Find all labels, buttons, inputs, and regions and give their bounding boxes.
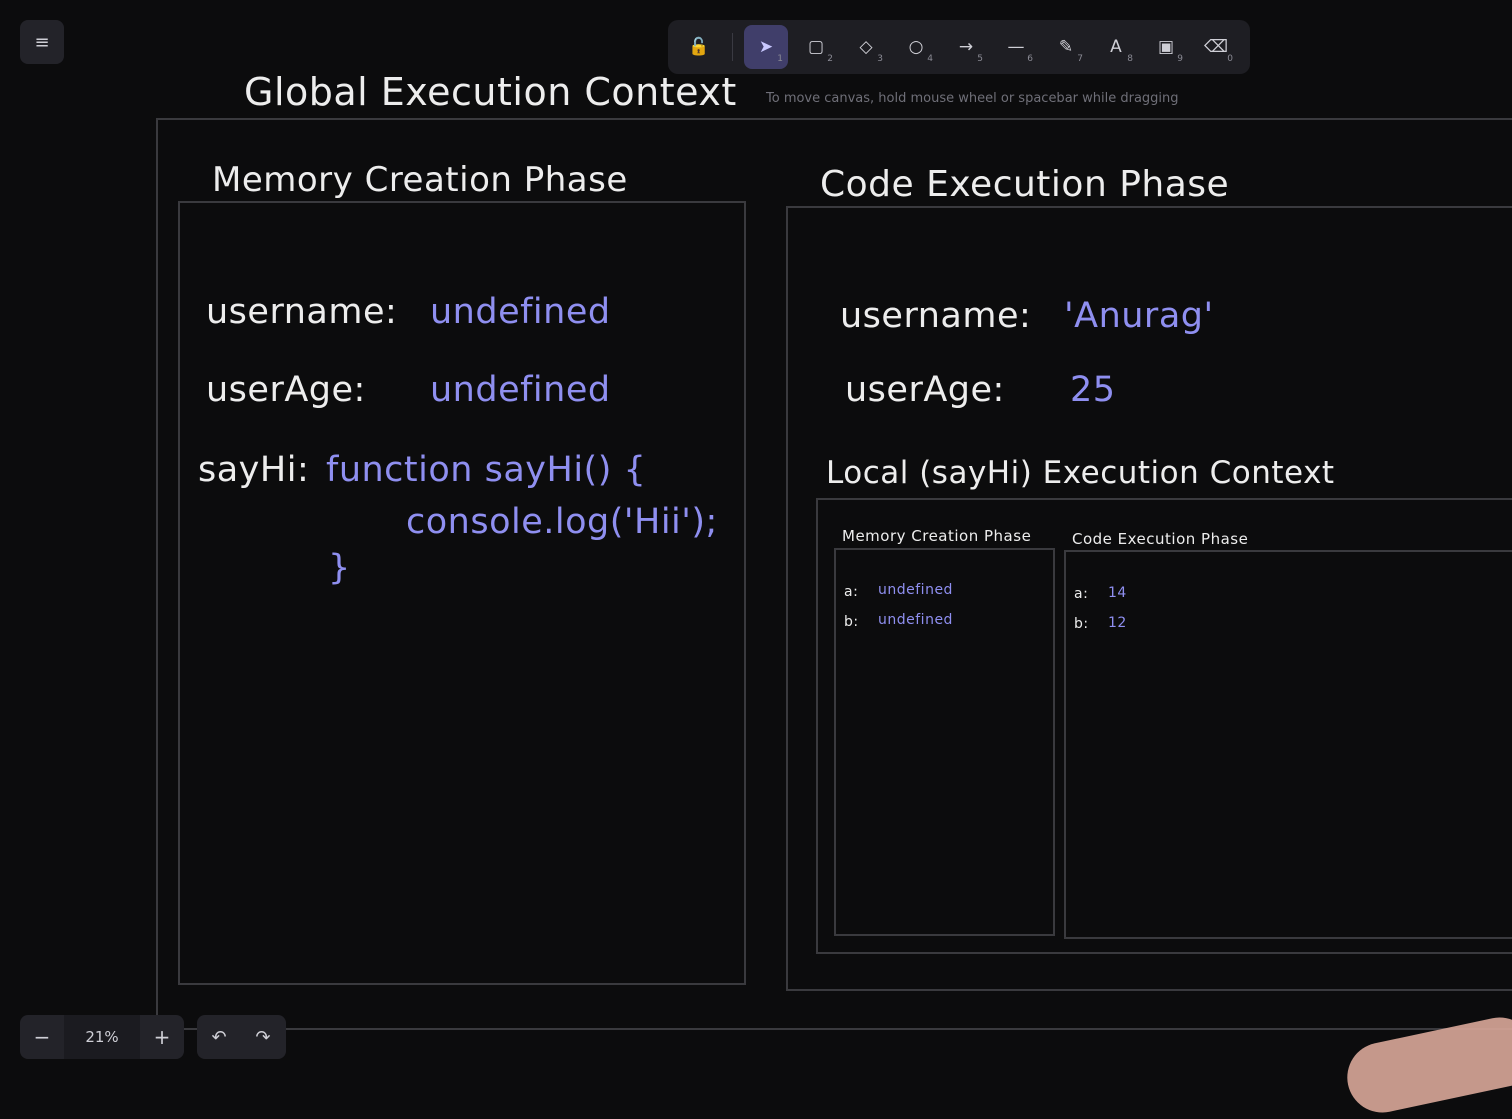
hamburger-icon: ≡ bbox=[34, 31, 50, 53]
memory-sayhi-line3[interactable]: } bbox=[328, 548, 351, 588]
canvas-hint: To move canvas, hold mouse wheel or spac… bbox=[766, 91, 1179, 106]
memory-userage-value[interactable]: undefined bbox=[430, 370, 611, 410]
zoom-in-button[interactable]: + bbox=[140, 1015, 184, 1059]
global-context-title[interactable]: Global Execution Context bbox=[244, 70, 737, 114]
memory-sayhi-line2[interactable]: console.log('Hii'); bbox=[406, 502, 718, 542]
local-memory-b-label[interactable]: b: bbox=[844, 614, 859, 630]
redo-icon: ↷ bbox=[255, 1026, 271, 1048]
main-menu-button[interactable]: ≡ bbox=[20, 20, 64, 64]
pointer-icon: ➤ bbox=[758, 37, 774, 57]
local-code-phase-box[interactable] bbox=[1064, 550, 1512, 939]
shortcut-number: 1 bbox=[777, 54, 783, 64]
local-code-a-value[interactable]: 14 bbox=[1108, 585, 1127, 601]
redo-button[interactable]: ↷ bbox=[241, 1015, 285, 1059]
memory-username-value[interactable]: undefined bbox=[430, 292, 611, 332]
shortcut-number: 4 bbox=[927, 54, 933, 64]
eraser-tool-button[interactable]: ⌫ 0 bbox=[1194, 25, 1238, 69]
local-code-b-label[interactable]: b: bbox=[1074, 616, 1089, 632]
shortcut-number: 5 bbox=[977, 54, 983, 64]
code-username-label[interactable]: username: bbox=[840, 296, 1031, 336]
lock-icon: 🔓 bbox=[688, 37, 710, 57]
shortcut-number: 7 bbox=[1077, 54, 1083, 64]
diamond-tool-button[interactable]: ◇ 3 bbox=[844, 25, 888, 69]
local-code-phase-title[interactable]: Code Execution Phase bbox=[1072, 530, 1248, 548]
ellipse-tool-button[interactable]: ○ 4 bbox=[894, 25, 938, 69]
shortcut-number: 3 bbox=[877, 54, 883, 64]
local-memory-a-value[interactable]: undefined bbox=[878, 582, 953, 598]
zoom-out-button[interactable]: − bbox=[20, 1015, 64, 1059]
zoom-reset-button[interactable]: 21% bbox=[64, 1015, 140, 1059]
local-memory-a-label[interactable]: a: bbox=[844, 584, 858, 600]
rectangle-icon: ▢ bbox=[807, 37, 825, 57]
shortcut-number: 0 bbox=[1227, 54, 1233, 64]
image-tool-button[interactable]: ▣ 9 bbox=[1144, 25, 1188, 69]
undo-button[interactable]: ↶ bbox=[197, 1015, 241, 1059]
shortcut-number: 2 bbox=[827, 54, 833, 64]
arrow-icon: → bbox=[958, 37, 974, 57]
line-tool-button[interactable]: — 6 bbox=[994, 25, 1038, 69]
minus-icon: − bbox=[33, 1025, 51, 1049]
toolbar-divider bbox=[732, 33, 733, 61]
local-memory-phase-box[interactable] bbox=[834, 548, 1055, 936]
memory-username-label[interactable]: username: bbox=[206, 292, 397, 332]
zoom-controls: − 21% + bbox=[20, 1015, 184, 1059]
code-username-value[interactable]: 'Anurag' bbox=[1064, 296, 1214, 336]
lock-tool-button[interactable]: 🔓 bbox=[677, 25, 721, 69]
memory-phase-title[interactable]: Memory Creation Phase bbox=[212, 160, 628, 200]
diamond-icon: ◇ bbox=[859, 37, 873, 57]
shortcut-number: 9 bbox=[1177, 54, 1183, 64]
shortcut-number: 8 bbox=[1127, 54, 1133, 64]
memory-sayhi-label[interactable]: sayHi: bbox=[198, 450, 309, 490]
undo-icon: ↶ bbox=[211, 1026, 227, 1048]
line-icon: — bbox=[1007, 37, 1025, 57]
local-code-a-label[interactable]: a: bbox=[1074, 586, 1088, 602]
eraser-icon: ⌫ bbox=[1203, 37, 1229, 57]
arrow-tool-button[interactable]: → 5 bbox=[944, 25, 988, 69]
image-icon: ▣ bbox=[1157, 37, 1175, 57]
text-tool-button[interactable]: A 8 bbox=[1094, 25, 1138, 69]
memory-sayhi-line1[interactable]: function sayHi() { bbox=[326, 450, 646, 490]
code-userage-label[interactable]: userAge: bbox=[845, 370, 1005, 410]
history-controls: ↶ ↷ bbox=[197, 1015, 286, 1059]
rectangle-tool-button[interactable]: ▢ 2 bbox=[794, 25, 838, 69]
local-memory-phase-title[interactable]: Memory Creation Phase bbox=[842, 527, 1031, 545]
local-memory-b-value[interactable]: undefined bbox=[878, 612, 953, 628]
code-userage-value[interactable]: 25 bbox=[1070, 370, 1116, 410]
plus-icon: + bbox=[153, 1025, 171, 1049]
local-context-title[interactable]: Local (sayHi) Execution Context bbox=[826, 455, 1335, 491]
text-icon: A bbox=[1110, 37, 1122, 57]
draw-tool-button[interactable]: ✎ 7 bbox=[1044, 25, 1088, 69]
local-code-b-value[interactable]: 12 bbox=[1108, 615, 1127, 631]
memory-userage-label[interactable]: userAge: bbox=[206, 370, 366, 410]
circle-icon: ○ bbox=[908, 37, 924, 57]
code-phase-title[interactable]: Code Execution Phase bbox=[820, 164, 1229, 205]
pencil-icon: ✎ bbox=[1058, 37, 1074, 57]
shortcut-number: 6 bbox=[1027, 54, 1033, 64]
selection-tool-button[interactable]: ➤ 1 bbox=[744, 25, 788, 69]
toolbar: 🔓 ➤ 1 ▢ 2 ◇ 3 ○ 4 → 5 — 6 ✎ 7 A 8 ▣ 9 ⌫ … bbox=[668, 20, 1250, 74]
